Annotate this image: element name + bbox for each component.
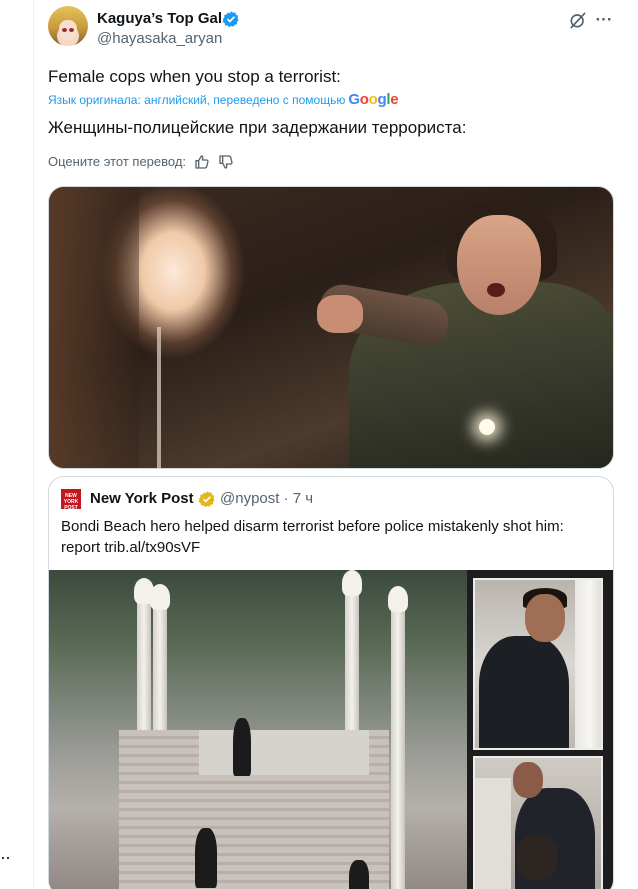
lamp: [150, 584, 170, 610]
quoted-author-name: New York Post: [90, 490, 194, 507]
quoted-side-photo-bottom: [473, 756, 603, 889]
google-letter: g: [377, 91, 387, 108]
pole: [157, 327, 161, 468]
verified-badge-icon: [222, 11, 239, 28]
more-dots-icon[interactable]: ··: [0, 848, 11, 866]
google-letter: o: [359, 91, 369, 108]
nypost-logo: NEW YORK POST: [61, 489, 81, 511]
pillar: [575, 580, 601, 748]
person: [195, 828, 217, 888]
wall: [199, 730, 369, 775]
mouth: [487, 283, 505, 297]
lamp: [388, 586, 408, 612]
person-head: [513, 762, 543, 798]
quoted-text: Bondi Beach hero helped disarm terrorist…: [61, 518, 564, 556]
flashlight: [479, 419, 495, 435]
person-head: [525, 594, 565, 642]
tweet-media-image[interactable]: [48, 186, 614, 469]
translated-text: Женщины-полицейские при задержании терро…: [48, 118, 467, 137]
tweet-text: Female cops when you stop a terrorist:: [48, 67, 341, 86]
fist: [317, 295, 363, 333]
person: [233, 718, 251, 776]
tweet: Kaguya’s Top Gal @hayasaka_aryan ··· Fem…: [34, 0, 638, 889]
rate-prompt: Оцените этот перевод:: [48, 154, 187, 169]
quoted-media-image: [49, 570, 613, 889]
more-icon[interactable]: ···: [594, 10, 614, 30]
google-logo: Google: [348, 92, 398, 108]
thumbs-down-icon[interactable]: [218, 154, 234, 170]
thumbs-up-icon[interactable]: [194, 154, 210, 170]
bag: [517, 836, 557, 880]
person-body: [479, 636, 569, 748]
avatar-eye-left: [62, 28, 67, 32]
translation-note-text: Язык оригинала: английский, переведено с…: [48, 93, 346, 107]
lamp: [342, 570, 362, 596]
avatar-eye-right: [69, 28, 74, 32]
quoted-handle-time: @nypost · 7 ч: [220, 490, 314, 507]
google-letter: G: [348, 91, 360, 108]
quoted-main-photo: [49, 570, 467, 889]
quoted-side-photo-top: [473, 578, 603, 750]
person: [349, 860, 369, 889]
column: [391, 610, 405, 889]
translation-note[interactable]: Язык оригинала: английский, переведено с…: [48, 92, 399, 108]
quoted-tweet[interactable]: NEW YORK POST New York Post @nypost · 7 …: [48, 476, 614, 889]
left-rail: ··: [0, 0, 34, 889]
head: [457, 215, 541, 315]
window-frame: [49, 187, 139, 468]
author-name[interactable]: Kaguya’s Top Gal: [97, 10, 222, 28]
ledge: [475, 778, 511, 889]
rate-translation: Оцените этот перевод:: [48, 154, 234, 170]
google-letter: e: [390, 91, 399, 108]
verified-gold-badge-icon: [198, 491, 215, 508]
author-handle[interactable]: @hayasaka_aryan: [97, 30, 222, 48]
grok-icon[interactable]: [568, 10, 588, 30]
avatar[interactable]: [48, 6, 88, 46]
